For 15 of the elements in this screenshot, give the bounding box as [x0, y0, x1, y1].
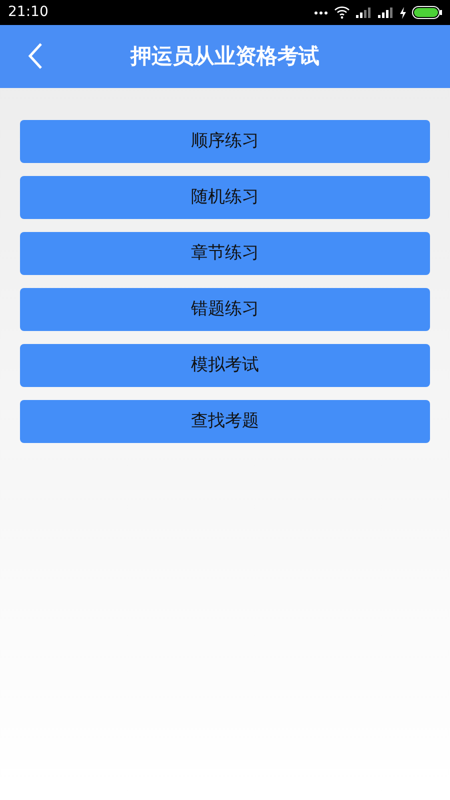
menu-button[interactable]: 顺序练习 — [20, 120, 430, 163]
signal-icon — [356, 7, 372, 18]
status-time: 21:10 — [8, 3, 48, 22]
battery-icon — [412, 6, 442, 19]
menu-button[interactable]: 随机练习 — [20, 176, 430, 219]
back-icon — [27, 42, 43, 70]
more-icon — [314, 10, 328, 14]
menu-button[interactable]: 模拟考试 — [20, 344, 430, 387]
wifi-icon — [334, 6, 350, 19]
signal-icon — [378, 7, 394, 18]
page-title: 押运员从业资格考试 — [130, 42, 320, 70]
menu-button[interactable]: 错题练习 — [20, 288, 430, 331]
charging-icon — [400, 6, 406, 18]
menu-button[interactable]: 章节练习 — [20, 232, 430, 275]
menu-button[interactable]: 查找考题 — [20, 400, 430, 443]
